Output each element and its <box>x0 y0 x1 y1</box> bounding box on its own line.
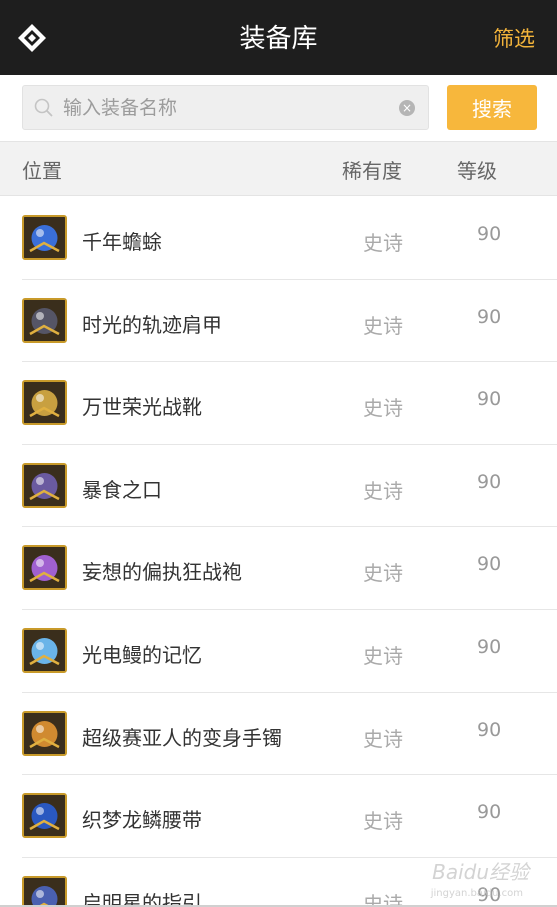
item-rarity: 史诗 <box>363 396 403 421</box>
item-level: 90 <box>477 635 502 658</box>
list-item[interactable]: 万世荣光战靴 史诗 90 <box>0 362 557 445</box>
item-rarity: 史诗 <box>363 726 403 751</box>
item-level: 90 <box>477 305 502 328</box>
list-header: 位置 稀有度 等级 <box>0 141 557 196</box>
clear-icon[interactable]: × <box>399 100 415 116</box>
list-item[interactable]: 妄想的偏执狂战袍 史诗 90 <box>0 527 557 610</box>
filter-button[interactable]: 筛选 <box>493 24 535 54</box>
boots-icon <box>22 380 67 426</box>
item-level: 90 <box>477 470 502 493</box>
item-level: 90 <box>477 388 502 411</box>
shoulder-armor-icon <box>22 297 67 343</box>
watermark: Baidu经验 <box>432 860 529 884</box>
item-level: 90 <box>477 718 502 741</box>
item-name: 时光的轨迹肩甲 <box>82 312 222 337</box>
search-input[interactable] <box>63 86 383 129</box>
column-level[interactable]: 等级 <box>457 155 497 184</box>
toad-icon <box>22 215 67 260</box>
list-item[interactable]: 暴食之口 史诗 90 <box>0 445 557 528</box>
item-rarity: 史诗 <box>363 313 403 338</box>
search-box[interactable]: × <box>22 85 429 130</box>
item-name: 光电鳗的记忆 <box>82 642 202 667</box>
eel-icon <box>22 627 67 673</box>
bracelet-icon <box>22 710 67 756</box>
mouth-armor-icon <box>22 462 67 508</box>
search-row: × 搜索 <box>0 75 557 141</box>
item-level: 90 <box>477 223 502 245</box>
item-name: 千年蟾蜍 <box>82 230 162 254</box>
page-title: 装备库 <box>239 24 318 54</box>
list-item[interactable]: 时光的轨迹肩甲 史诗 90 <box>0 280 557 363</box>
list-item[interactable]: 光电鳗的记忆 史诗 90 <box>0 610 557 693</box>
list-item[interactable]: 织梦龙鳞腰带 史诗 90 <box>0 775 557 858</box>
item-name: 暴食之口 <box>82 477 162 502</box>
list-item[interactable]: 千年蟾蜍 史诗 90 <box>0 197 557 280</box>
item-rarity: 史诗 <box>363 809 403 834</box>
item-name: 织梦龙鳞腰带 <box>82 808 202 833</box>
column-position[interactable]: 位置 <box>22 155 62 184</box>
item-rarity: 史诗 <box>363 561 403 586</box>
item-level: 90 <box>477 801 502 824</box>
search-button[interactable]: 搜索 <box>447 85 537 130</box>
belt-icon <box>22 793 67 839</box>
item-name: 启明星的指引 <box>82 890 202 907</box>
item-name: 妄想的偏执狂战袍 <box>82 560 242 585</box>
robe-icon <box>22 545 67 591</box>
search-icon <box>34 98 53 117</box>
top-bar: 装备库 筛选 <box>0 0 557 75</box>
item-level: 90 <box>477 553 502 576</box>
equipment-list: 千年蟾蜍 史诗 90 时光的轨迹肩甲 史诗 90 万世荣光战靴 史诗 90 暴食之口 史诗 90 妄想的… <box>0 197 557 907</box>
item-rarity: 史诗 <box>363 643 403 668</box>
item-name: 超级赛亚人的变身手镯 <box>82 725 282 750</box>
watermark-sub: jingyan.baidu.com <box>430 888 523 899</box>
item-rarity: 史诗 <box>363 478 403 503</box>
item-name: 万世荣光战靴 <box>82 395 202 420</box>
star-guide-icon <box>22 875 67 907</box>
list-item[interactable]: 超级赛亚人的变身手镯 史诗 90 <box>0 693 557 776</box>
item-rarity: 史诗 <box>363 231 403 255</box>
column-rarity[interactable]: 稀有度 <box>342 155 402 184</box>
